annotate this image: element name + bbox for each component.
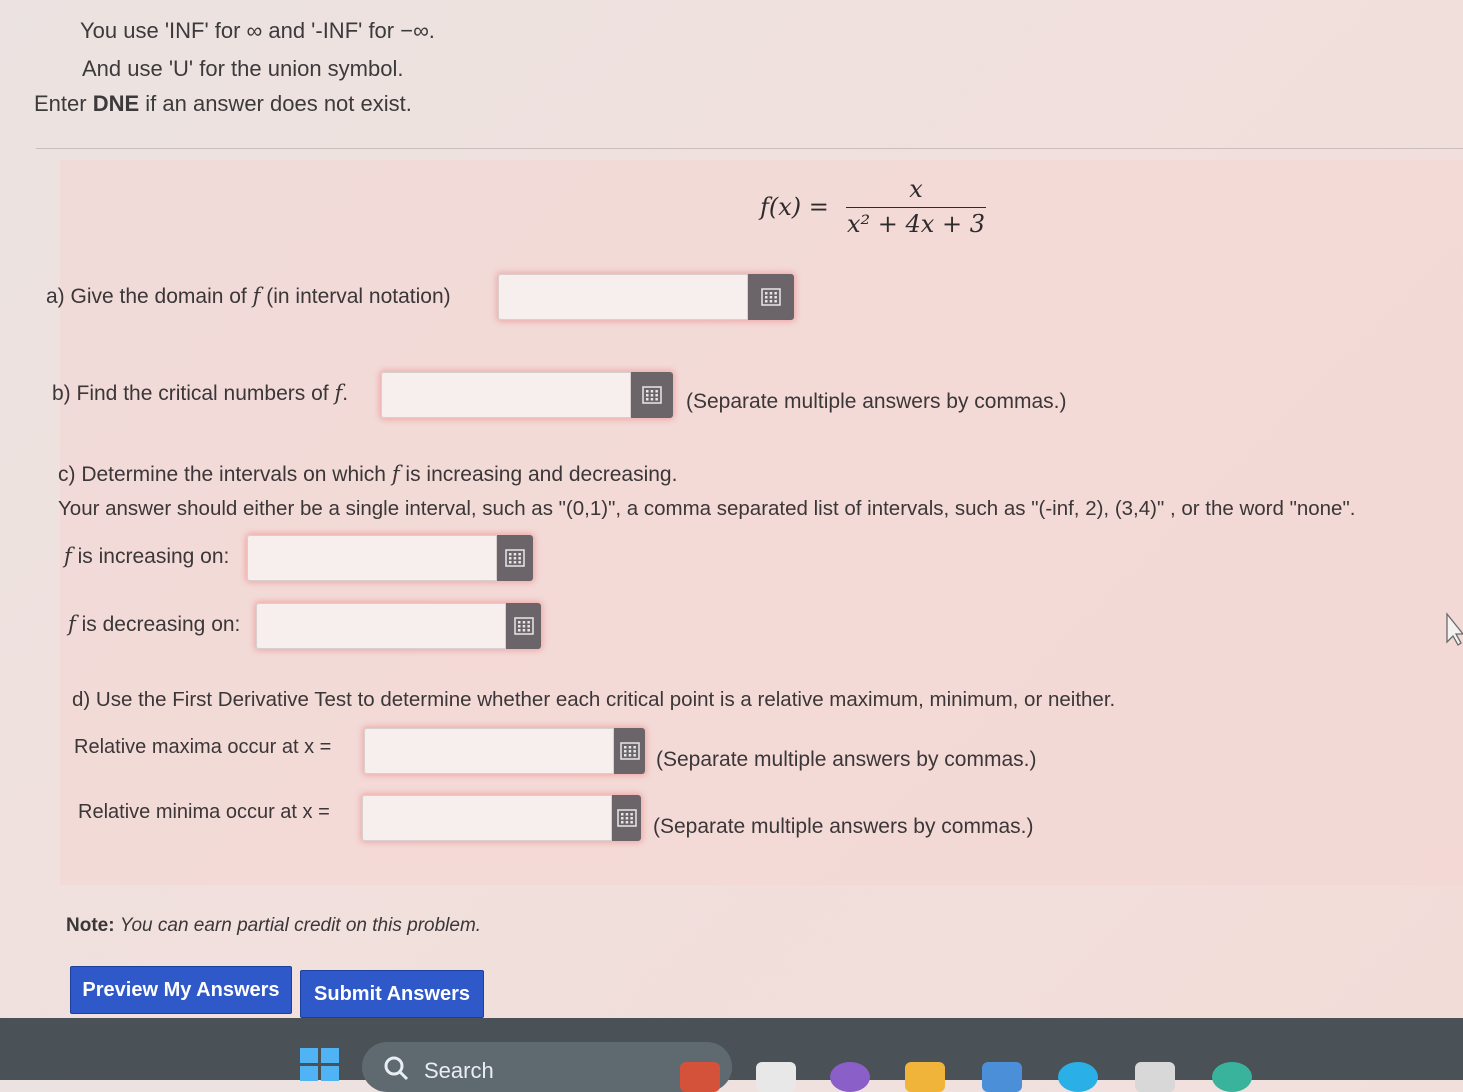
part-c-prompt: c) Determine the intervals on which f is…	[58, 462, 678, 486]
equation-editor-button[interactable]	[506, 603, 541, 649]
maxima-label: Relative maxima occur at x =	[74, 736, 332, 758]
fraction-bar	[846, 207, 986, 208]
minima-label: Relative minima occur at x =	[78, 801, 330, 823]
part-a-label: a) Give the domain of f (in interval not…	[46, 284, 451, 308]
instruction-union: And use 'U' for the union symbol.	[82, 56, 404, 81]
equation-editor-button[interactable]	[748, 274, 794, 320]
taskbar-browser-icon[interactable]	[1058, 1062, 1098, 1092]
formula-fraction: x x² + 4x + 3	[846, 175, 986, 238]
section-divider	[36, 148, 1463, 149]
equation-editor-icon	[505, 549, 525, 567]
increasing-label: f is increasing on:	[64, 544, 230, 568]
taskbar-app-icon[interactable]	[830, 1062, 870, 1092]
decreasing-input[interactable]	[256, 603, 506, 649]
domain-answer-field	[498, 274, 794, 320]
formula-numerator: x	[909, 175, 923, 203]
part-c-instructions: Your answer should either be a single in…	[58, 497, 1356, 520]
equation-editor-icon	[761, 288, 781, 306]
taskbar-app-icon[interactable]	[1135, 1062, 1175, 1092]
increasing-input[interactable]	[247, 535, 497, 581]
equation-editor-icon	[619, 742, 640, 760]
equation-editor-icon	[642, 386, 662, 404]
maxima-field	[364, 728, 645, 774]
problem-panel	[60, 160, 1463, 885]
taskbar-app-icon[interactable]	[680, 1062, 720, 1092]
part-b-label: b) Find the critical numbers of f.	[52, 381, 349, 405]
taskbar: Search	[0, 1018, 1463, 1092]
equation-editor-button[interactable]	[497, 535, 533, 581]
taskbar-folder-icon[interactable]	[905, 1062, 945, 1092]
minima-field	[362, 795, 641, 841]
search-label: Search	[424, 1058, 494, 1083]
search-icon	[384, 1056, 409, 1081]
equation-editor-icon	[513, 617, 534, 635]
minima-input[interactable]	[362, 795, 612, 841]
instructions-block: You use 'INF' for ∞ and '-INF' for −∞. A…	[0, 0, 1463, 150]
increasing-field	[247, 535, 533, 581]
equation-editor-icon	[616, 809, 637, 827]
equation-editor-button[interactable]	[631, 372, 673, 418]
formula-lhs: f(x) =	[760, 193, 829, 221]
mouse-pointer-icon	[1446, 612, 1463, 646]
part-d-prompt: d) Use the First Derivative Test to dete…	[72, 688, 1116, 711]
maxima-hint: (Separate multiple answers by commas.)	[656, 748, 1037, 771]
preview-answers-button[interactable]: Preview My Answers	[70, 966, 292, 1014]
part-b-hint: (Separate multiple answers by commas.)	[686, 390, 1067, 413]
instruction-inf: You use 'INF' for ∞ and '-INF' for −∞.	[80, 18, 435, 43]
taskbar-search-box[interactable]: Search	[362, 1042, 732, 1092]
critical-numbers-input[interactable]	[381, 372, 631, 418]
windows-start-icon[interactable]	[300, 1048, 340, 1081]
instruction-dne: Enter DNE if an answer does not exist.	[34, 91, 412, 116]
minima-hint: (Separate multiple answers by commas.)	[653, 815, 1034, 838]
formula-denominator: x² + 4x + 3	[847, 210, 985, 238]
equation-editor-button[interactable]	[612, 795, 641, 841]
maxima-input[interactable]	[364, 728, 614, 774]
submit-answers-button[interactable]: Submit Answers	[300, 970, 484, 1018]
taskbar-app-icon[interactable]	[982, 1062, 1022, 1092]
equation-editor-button[interactable]	[614, 728, 645, 774]
decreasing-label: f is decreasing on:	[68, 612, 241, 636]
critical-numbers-field	[381, 372, 673, 418]
decreasing-field	[256, 603, 541, 649]
taskbar-app-icon[interactable]	[756, 1062, 796, 1092]
partial-credit-note: Note: You can earn partial credit on thi…	[66, 915, 482, 936]
domain-input[interactable]	[498, 274, 748, 320]
taskbar-app-icon[interactable]	[1212, 1062, 1252, 1092]
